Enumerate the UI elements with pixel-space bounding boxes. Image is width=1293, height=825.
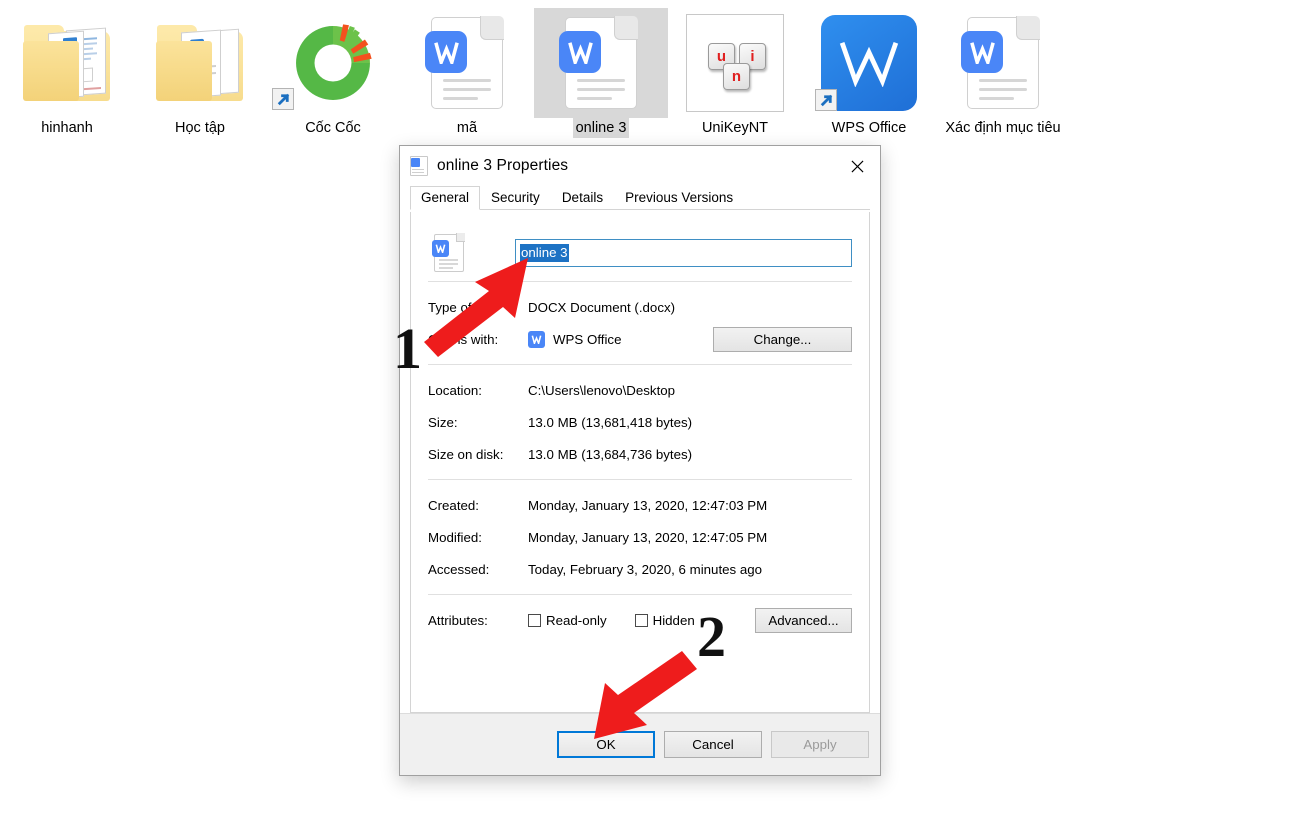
accessed-value: Today, February 3, 2020, 6 minutes ago (528, 561, 763, 577)
desktop-icon-unikeynt[interactable]: u i n UniKeyNT (668, 8, 802, 138)
desktop-icon-label: online 3 (572, 118, 630, 138)
wps-office-tile-icon (802, 8, 936, 118)
type-of-file-row: Type of file: DOCX Document (.docx) (428, 291, 852, 323)
divider (428, 281, 852, 282)
desktop-icon-coc-coc[interactable]: Cốc Cốc (266, 8, 400, 138)
cancel-button[interactable]: Cancel (664, 731, 762, 758)
desktop-icon-label: UniKeyNT (701, 120, 769, 136)
desktop-icon-label: Xác định mục tiêu (945, 120, 1061, 136)
accessed-row: Accessed: Today, February 3, 2020, 6 min… (428, 553, 852, 585)
opens-with-label: Opens with: (428, 331, 499, 347)
created-label: Created: (428, 497, 479, 513)
opens-with-row: Opens with: WPS Office Change... (428, 323, 852, 355)
checkbox-box (634, 613, 648, 627)
annotation-step-1: 1 (393, 316, 422, 381)
wps-w-icon (528, 330, 545, 348)
properties-dialog: online 3 Properties General Security Det… (399, 145, 881, 776)
desktop-icon-wps-office[interactable]: WPS Office (802, 8, 936, 138)
file-name-value: online 3 (520, 244, 569, 262)
file-name-row: online 3 (428, 233, 852, 272)
size-on-disk-value: 13.0 MB (13,684,736 bytes) (528, 446, 693, 462)
advanced-button[interactable]: Advanced... (755, 607, 852, 633)
location-value: C:\Users\lenovo\Desktop (528, 382, 676, 398)
size-label: Size: (428, 414, 458, 430)
docx-file-icon (432, 233, 465, 272)
desktop-icon-hoc-tap[interactable]: Học tập (133, 8, 267, 138)
size-row: Size: 13.0 MB (13,681,418 bytes) (428, 406, 852, 438)
desktop-icon-label: mã (456, 120, 478, 136)
desktop-icon-hinhanh[interactable]: hinhanh (0, 8, 134, 138)
apply-button[interactable]: Apply (771, 731, 869, 758)
opens-with-value: WPS Office (553, 331, 622, 347)
hidden-label: Hidden (652, 612, 695, 628)
tab-security[interactable]: Security (480, 186, 551, 210)
desktop-icon-label: hinhanh (41, 120, 93, 136)
type-of-file-value: DOCX Document (.docx) (528, 299, 676, 315)
annotation-step-2: 2 (697, 604, 726, 669)
divider (428, 594, 852, 595)
unikey-keys-icon: u i n (668, 8, 802, 118)
location-row: Location: C:\Users\lenovo\Desktop (428, 374, 852, 406)
desktop-root: hinhanh Học tập Cốc Cốc mã online 3 u i … (0, 0, 1293, 825)
dialog-title-bar: online 3 Properties (400, 146, 880, 186)
size-on-disk-label: Size on disk: (428, 446, 504, 462)
desktop-icon-ma[interactable]: mã (400, 8, 534, 138)
tab-general[interactable]: General (410, 186, 481, 210)
modified-value: Monday, January 13, 2020, 12:47:05 PM (528, 529, 768, 545)
docx-file-icon (410, 156, 428, 176)
desktop-icon-label: Cốc Cốc (305, 120, 361, 136)
checkbox-box (528, 613, 541, 627)
divider (428, 364, 852, 365)
readonly-checkbox[interactable]: Read-only (528, 613, 607, 628)
file-name-input[interactable]: online 3 (515, 239, 852, 267)
tab-previous-versions[interactable]: Previous Versions (614, 186, 744, 210)
modified-row: Modified: Monday, January 13, 2020, 12:4… (428, 521, 852, 553)
docx-file-icon (400, 8, 534, 118)
type-of-file-label: Type of file: (428, 299, 496, 315)
desktop-icon-label: Học tập (175, 120, 225, 136)
desktop-icon-label: WPS Office (831, 120, 907, 136)
ok-button[interactable]: OK (557, 731, 655, 758)
accessed-label: Accessed: (428, 561, 490, 577)
readonly-label: Read-only (546, 612, 607, 628)
tab-details[interactable]: Details (551, 186, 614, 210)
desktop-icon-xac-dinh-muc-tieu[interactable]: Xác định mục tiêu (936, 8, 1070, 138)
change-button[interactable]: Change... (713, 326, 852, 352)
attributes-label: Attributes: (428, 612, 488, 628)
modified-label: Modified: (428, 529, 482, 545)
size-on-disk-row: Size on disk: 13.0 MB (13,684,736 bytes) (428, 438, 852, 470)
docx-file-icon (936, 8, 1070, 118)
desktop-icon-online-3[interactable]: online 3 (534, 8, 668, 138)
folder-photos-icon (0, 8, 134, 118)
created-value: Monday, January 13, 2020, 12:47:03 PM (528, 497, 768, 513)
created-row: Created: Monday, January 13, 2020, 12:47… (428, 489, 852, 521)
general-tab-panel: online 3 Type of file: DOCX Document (.d… (410, 212, 870, 713)
attributes-row: Attributes: Read-only Hidden Advanced... (428, 604, 852, 636)
dialog-title: online 3 Properties (437, 157, 569, 174)
size-value: 13.0 MB (13,681,418 bytes) (528, 414, 693, 430)
hidden-checkbox[interactable]: Hidden (634, 612, 695, 628)
coccoc-logo-icon (266, 8, 400, 118)
dialog-button-bar: OK Cancel Apply (400, 713, 880, 775)
folder-docs-icon (133, 8, 267, 118)
shortcut-arrow-icon (815, 89, 837, 111)
divider (428, 479, 852, 480)
close-icon[interactable] (834, 146, 880, 186)
dialog-tab-strip: General Security Details Previous Versio… (410, 186, 870, 210)
shortcut-arrow-icon (272, 88, 294, 110)
docx-file-icon (534, 8, 668, 118)
location-label: Location: (428, 382, 482, 398)
